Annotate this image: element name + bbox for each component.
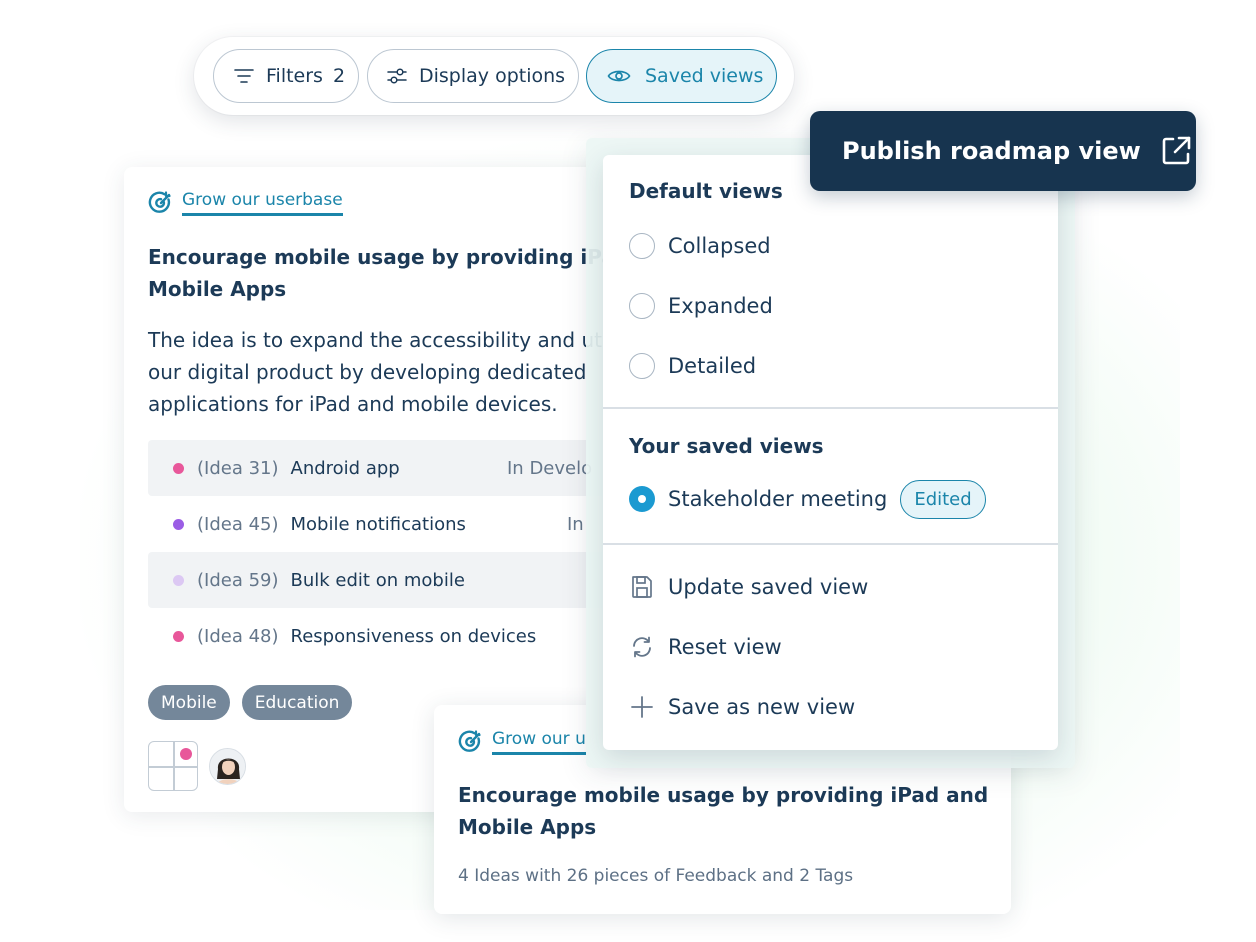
user-avatar[interactable] xyxy=(209,747,246,785)
update-saved-view-action[interactable]: Update saved view xyxy=(629,570,868,604)
saved-view-label: Stakeholder meeting xyxy=(668,487,888,511)
display-options-label: Display options xyxy=(419,65,566,87)
saved-views-heading: Your saved views xyxy=(629,434,824,458)
idea-status: In Develo xyxy=(507,457,593,479)
card-summary: 4 Ideas with 26 pieces of Feedback and 2… xyxy=(458,866,854,886)
idea-status-dot xyxy=(173,574,184,586)
sliders-icon xyxy=(387,68,407,84)
filters-button[interactable]: Filters 2 xyxy=(213,49,359,103)
view-toolbar: Filters 2 Display options Saved views xyxy=(194,37,794,115)
publish-roadmap-view-button[interactable]: Publish roadmap view xyxy=(810,111,1196,191)
menu-divider xyxy=(603,407,1058,409)
action-label: Reset view xyxy=(668,635,782,659)
person-icon xyxy=(210,748,245,784)
view-option-collapsed[interactable]: Collapsed xyxy=(629,229,771,263)
team-avatar[interactable] xyxy=(148,741,198,791)
plus-icon xyxy=(631,696,653,718)
tag-list: Mobile Education xyxy=(148,685,353,720)
reset-view-action[interactable]: Reset view xyxy=(629,630,782,664)
card-title-line2: Mobile Apps xyxy=(458,815,597,839)
idea-id: (Idea 59) xyxy=(197,569,279,591)
floppy-disk-icon xyxy=(632,576,652,598)
target-icon xyxy=(458,730,481,752)
radio-unchecked[interactable] xyxy=(629,293,655,319)
tag-education[interactable]: Education xyxy=(241,685,353,720)
view-option-detailed[interactable]: Detailed xyxy=(629,349,756,383)
save-as-new-view-action[interactable]: Save as new view xyxy=(629,690,855,724)
idea-name: Mobile notifications xyxy=(290,513,466,535)
saved-views-menu: Default views Collapsed Expanded Detaile… xyxy=(603,155,1058,750)
radio-unchecked[interactable] xyxy=(629,353,655,379)
idea-status: In xyxy=(567,513,584,535)
grid-divider-h xyxy=(149,766,197,768)
filters-count: 2 xyxy=(332,65,346,87)
idea-id: (Idea 31) xyxy=(197,457,279,479)
view-option-label: Collapsed xyxy=(668,234,771,258)
goal-link[interactable]: Grow our u xyxy=(458,729,586,755)
view-option-expanded[interactable]: Expanded xyxy=(629,289,773,323)
team-color-dot xyxy=(180,748,192,760)
view-option-label: Detailed xyxy=(668,354,757,378)
default-views-heading: Default views xyxy=(629,179,783,203)
assignees xyxy=(148,741,246,791)
target-icon xyxy=(148,191,171,213)
radio-checked[interactable] xyxy=(629,486,655,512)
external-link-icon xyxy=(1162,136,1191,165)
radio-unchecked[interactable] xyxy=(629,233,655,259)
publish-label: Publish roadmap view xyxy=(842,137,1141,165)
view-option-label: Expanded xyxy=(668,294,773,318)
edited-badge: Edited xyxy=(900,479,986,519)
tag-mobile[interactable]: Mobile xyxy=(148,685,230,720)
refresh-icon xyxy=(633,636,651,658)
menu-divider xyxy=(603,543,1058,545)
display-options-button[interactable]: Display options xyxy=(367,49,579,103)
idea-id: (Idea 48) xyxy=(197,625,279,647)
action-label: Save as new view xyxy=(668,695,856,719)
idea-status-dot xyxy=(173,462,184,474)
goal-label: Grow our u xyxy=(492,729,586,755)
card-title-line1: Encourage mobile usage by providing iPad… xyxy=(458,783,989,807)
goal-label: Grow our userbase xyxy=(182,190,343,216)
saved-views-button[interactable]: Saved views xyxy=(586,49,777,103)
filters-label: Filters xyxy=(266,65,323,87)
saved-views-label: Saved views xyxy=(645,65,764,87)
idea-status-dot xyxy=(173,630,184,642)
idea-name: Bulk edit on mobile xyxy=(290,569,465,591)
action-label: Update saved view xyxy=(668,575,869,599)
filter-icon xyxy=(234,69,254,83)
idea-name: Android app xyxy=(290,457,400,479)
card-title: Encourage mobile usage by providing iPad… xyxy=(458,779,998,843)
goal-link[interactable]: Grow our userbase xyxy=(148,190,343,216)
idea-id: (Idea 45) xyxy=(197,513,279,535)
idea-name: Responsiveness on devices xyxy=(290,625,537,647)
saved-view-stakeholder-meeting[interactable]: Stakeholder meeting Edited xyxy=(629,478,986,520)
idea-status-dot xyxy=(173,518,184,530)
eye-icon xyxy=(607,70,631,82)
